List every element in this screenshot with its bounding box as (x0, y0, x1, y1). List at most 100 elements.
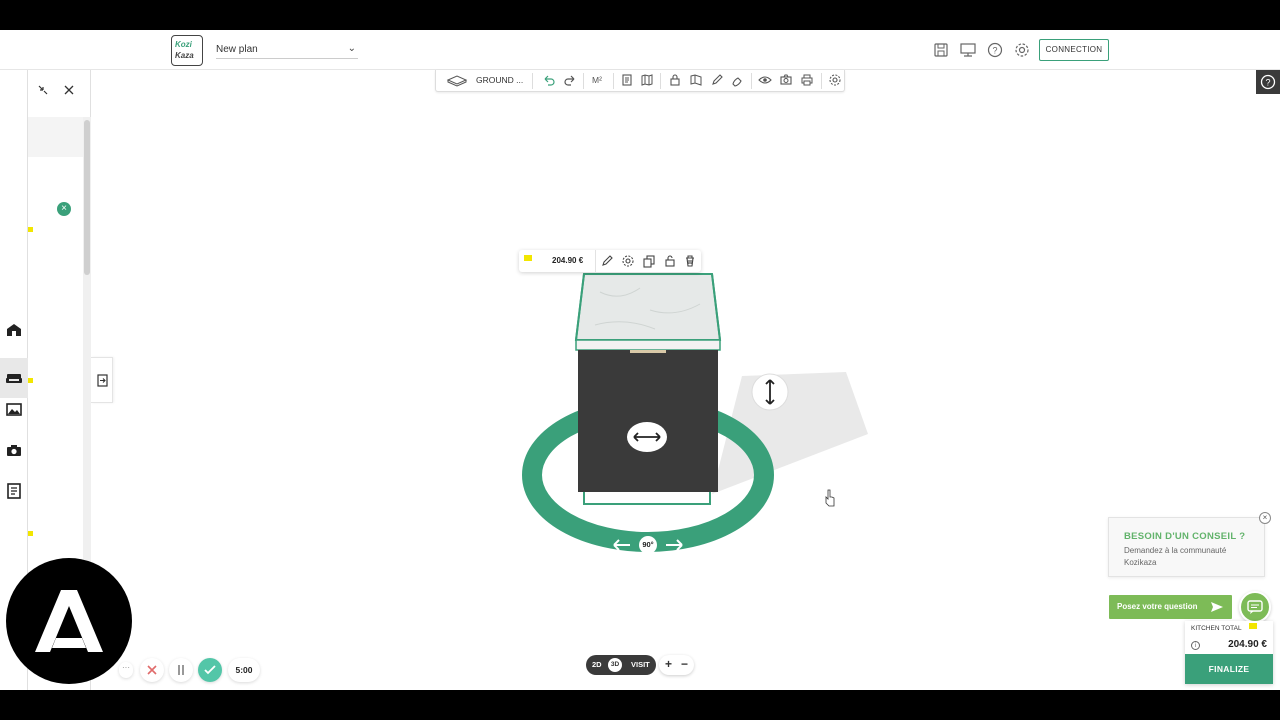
photo-camera-icon[interactable] (4, 441, 24, 461)
kozikaza-logo[interactable]: Kozi Kaza (171, 35, 203, 66)
cabinet-object (574, 273, 722, 505)
info-icon[interactable]: i (1191, 641, 1200, 650)
eye-icon[interactable] (758, 73, 772, 87)
monitor-icon[interactable] (959, 41, 977, 59)
decor-icon[interactable] (4, 400, 24, 420)
ask-question-label: Posez votre question (1117, 602, 1198, 611)
toolbar-divider (532, 73, 533, 89)
zoom-in-button[interactable]: + (665, 657, 672, 671)
close-panel-icon[interactable] (62, 83, 76, 97)
help-circle-icon: ? (1260, 74, 1276, 90)
advice-close-button[interactable]: × (1259, 512, 1271, 524)
view-3d-button[interactable]: 3D (608, 658, 622, 672)
finalize-button[interactable]: FINALIZE (1185, 654, 1273, 684)
top-header: Kozi Kaza New plan ⌄ ? CONNECTION (0, 30, 1280, 70)
pause-icon (178, 665, 184, 675)
advice-title: BESOIN D'UN CONSEIL ? (1124, 531, 1246, 542)
duplicate-icon[interactable] (642, 254, 656, 268)
scene-3d-viewport[interactable] (0, 30, 1280, 690)
logo-text-bottom: Kaza (175, 51, 194, 60)
edit-pencil-icon[interactable] (600, 254, 614, 268)
app-window: 90° Kozi Kaza New plan ⌄ ? CONNECTION ? … (0, 30, 1280, 690)
move-vertical-handle[interactable] (751, 373, 789, 411)
redo-icon[interactable] (563, 73, 577, 87)
close-icon (147, 665, 157, 675)
logo-text-top: Kozi (175, 40, 192, 49)
plan-name: New plan (216, 44, 258, 55)
object-toolbar-divider (595, 250, 596, 272)
print-icon[interactable] (800, 73, 814, 87)
recorder-done-button[interactable] (198, 658, 222, 682)
help-icon[interactable]: ? (986, 41, 1004, 59)
recorder-pause-button[interactable] (169, 658, 193, 682)
zoom-out-button[interactable]: − (681, 657, 688, 671)
connection-button[interactable]: CONNECTION (1039, 39, 1109, 61)
recorder-timer: 5:00 (228, 658, 260, 682)
trash-icon[interactable] (683, 254, 697, 268)
adobe-a-logo (35, 590, 103, 652)
advice-bubble: BESOIN D'UN CONSEIL ? Demandez à la comm… (1108, 512, 1271, 577)
move-horizontal-handle[interactable] (627, 422, 667, 452)
object-toolbar: 204.90 € (519, 250, 701, 272)
gear-icon[interactable] (828, 73, 842, 87)
pencil-icon[interactable] (710, 73, 724, 87)
lock-icon[interactable] (668, 73, 682, 87)
level-select[interactable]: GROUND ... (476, 75, 523, 85)
level-floor-icon[interactable] (446, 73, 468, 87)
collapse-icon[interactable] (36, 83, 50, 97)
checklist-icon[interactable] (4, 481, 24, 501)
toolbar-divider (613, 73, 614, 89)
map-icon[interactable] (640, 73, 654, 87)
object-settings-icon[interactable] (621, 254, 635, 268)
toolbar-divider (751, 73, 752, 89)
paint-icon[interactable] (730, 73, 744, 87)
brand-logo (524, 255, 540, 266)
chevron-down-icon: ⌄ (347, 43, 356, 54)
login-arrow-icon (97, 374, 108, 387)
undo-icon[interactable] (542, 73, 556, 87)
units-button[interactable]: M² (592, 75, 610, 89)
brand-logo-mini (28, 378, 40, 387)
brand-logo-mini (28, 227, 40, 236)
panel-search-row[interactable] (28, 117, 83, 157)
chat-button[interactable] (1239, 591, 1271, 623)
cursor-hand-icon (825, 489, 835, 507)
adobe-logo-badge (6, 558, 132, 684)
help-corner-button[interactable]: ? (1256, 70, 1280, 94)
object-lock-icon[interactable] (663, 254, 677, 268)
walls-icon[interactable] (689, 73, 703, 87)
brand-logo-mini (28, 531, 40, 540)
recorder-cancel-button[interactable] (140, 658, 164, 682)
brand-logo (1249, 623, 1265, 634)
total-price: 204.90 € (1228, 639, 1267, 650)
house-icon[interactable] (4, 320, 24, 340)
toolbar-divider (660, 73, 661, 89)
settings-icon[interactable] (1013, 41, 1031, 59)
svg-text:?: ? (1265, 78, 1270, 88)
kitchen-total-box: KITCHEN TOTAL i 204.90 € FINALIZE (1185, 621, 1273, 684)
chat-icon (1247, 600, 1263, 614)
clear-filter-icon[interactable]: × (57, 202, 71, 216)
send-icon (1211, 602, 1223, 612)
advice-body: Demandez à la communauté Kozikaza (1124, 546, 1227, 567)
total-label: KITCHEN TOTAL (1191, 625, 1242, 632)
main-toolbar: GROUND ... M² (435, 70, 845, 92)
svg-text:?: ? (992, 46, 997, 56)
sofa-icon[interactable] (4, 368, 24, 388)
toolbar-divider (583, 73, 584, 89)
panel-scroll-thumb[interactable] (84, 120, 90, 275)
view-2d-button[interactable]: 2D (592, 660, 602, 669)
camera-icon[interactable] (779, 73, 793, 87)
view-mode-switch: 2D 3D VISIT (586, 655, 656, 675)
ask-question-button[interactable]: Posez votre question (1109, 595, 1232, 619)
panel-toggle-button[interactable] (91, 357, 113, 403)
catalog-icon[interactable] (620, 73, 634, 87)
rotation-angle-label: 90° (642, 540, 654, 549)
save-icon[interactable] (932, 41, 950, 59)
check-icon (204, 665, 216, 675)
toolbar-divider (821, 73, 822, 89)
view-visit-button[interactable]: VISIT (631, 660, 650, 669)
plan-select[interactable]: New plan ⌄ (216, 39, 358, 59)
object-price: 204.90 € (552, 256, 584, 265)
zoom-controls: + − (659, 655, 694, 675)
